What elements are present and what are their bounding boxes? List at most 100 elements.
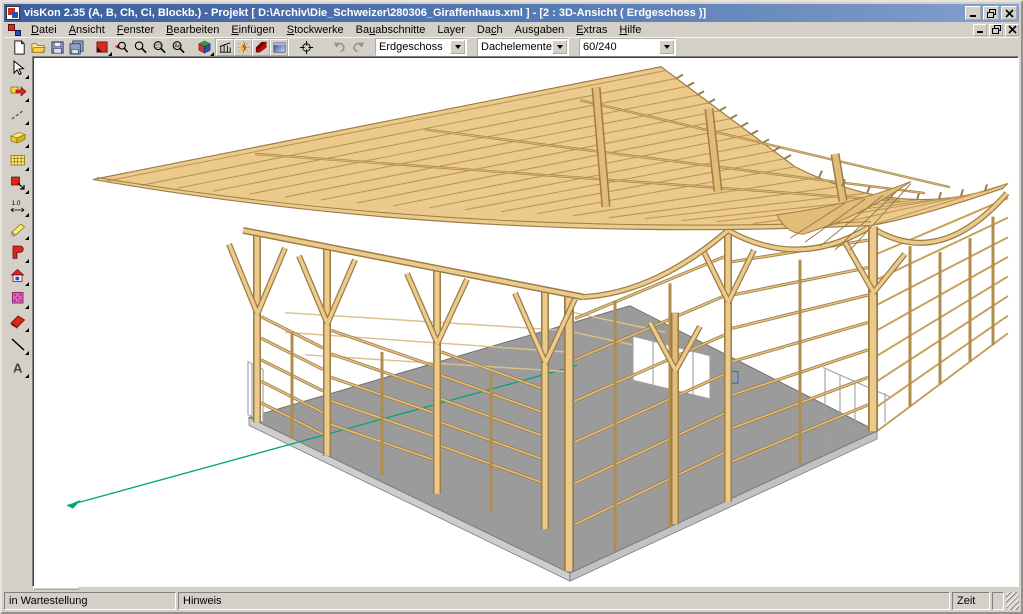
flyout-arrow-icon: [25, 75, 29, 79]
flyout-arrow-icon: [25, 144, 29, 148]
menu-ansicht[interactable]: Ansicht: [63, 23, 111, 37]
zoomwin-icon: [152, 40, 167, 55]
select-tool[interactable]: [7, 57, 29, 79]
zoom-in-button[interactable]: [131, 39, 150, 56]
storey-select[interactable]: Erdgeschoss: [375, 38, 467, 56]
profile-select-dropdown-arrow[interactable]: [659, 40, 674, 54]
component-tool[interactable]: [7, 172, 29, 194]
tool-palette: 1.0 A: [4, 56, 32, 590]
menu-layer[interactable]: Layer: [431, 23, 471, 37]
menu-ausgaben[interactable]: Ausgaben: [509, 23, 571, 37]
line-tool[interactable]: [7, 333, 29, 355]
element-select[interactable]: Dachelemente: [477, 38, 569, 56]
menu-bar: DateiAnsichtFensterBearbeitenEinfügenSto…: [4, 22, 1019, 37]
3d-scene[interactable]: [33, 57, 1018, 586]
restore-button[interactable]: [989, 24, 1003, 36]
status-extra: [992, 592, 1004, 610]
restore-button[interactable]: [983, 6, 999, 20]
redo-button[interactable]: [349, 39, 368, 56]
beam-tool[interactable]: [7, 126, 29, 148]
menu-einfgen[interactable]: Einfügen: [225, 23, 280, 37]
roof[interactable]: [93, 67, 1008, 250]
zoomprev-icon: [114, 40, 129, 55]
center-view-button[interactable]: [297, 39, 316, 56]
view-mode-group: [215, 38, 289, 57]
save-icon: [50, 40, 65, 55]
menu-datei[interactable]: Datei: [25, 23, 63, 37]
zoom-fit-button[interactable]: An: [169, 39, 188, 56]
flyout-arrow-icon: [25, 282, 29, 286]
new-icon: [12, 40, 27, 55]
save-file-button[interactable]: [48, 39, 67, 56]
3d-viewport[interactable]: [32, 56, 1019, 587]
flyout-arrow-icon: [25, 213, 29, 217]
view-shaded-button[interactable]: [270, 39, 288, 56]
mdi-document-icon[interactable]: [8, 24, 21, 36]
render-mode-button[interactable]: [195, 39, 214, 56]
view-light-button[interactable]: [234, 39, 252, 56]
profile-tool[interactable]: [7, 241, 29, 263]
menu-bearbeiten[interactable]: Bearbeiten: [160, 23, 225, 37]
minimize-button[interactable]: [973, 24, 987, 36]
resize-grip[interactable]: [1006, 592, 1019, 610]
saveall-icon: [69, 40, 84, 55]
flyout-arrow-icon: [25, 305, 29, 309]
dimension-tool[interactable]: 1.0: [7, 195, 29, 217]
storey-select-value: Erdgeschoss: [376, 41, 450, 53]
view-wireframe-button[interactable]: [216, 39, 234, 56]
wire-icon: [218, 40, 233, 55]
title-bar[interactable]: visKon 2.35 (A, B, Ch, Ci, Blockb.) - Pr…: [4, 4, 1019, 22]
profile-select[interactable]: 60/240: [579, 38, 676, 56]
flyout-arrow-icon: [25, 236, 29, 240]
save-all-button[interactable]: [67, 39, 86, 56]
view-flag-button[interactable]: [252, 39, 270, 56]
menu-extras[interactable]: Extras: [570, 23, 613, 37]
new-file-button[interactable]: [10, 39, 29, 56]
zoom-window-button[interactable]: [150, 39, 169, 56]
flyout-arrow-icon: [25, 167, 29, 171]
measure-tool[interactable]: [7, 103, 29, 125]
wall-tool[interactable]: [7, 149, 29, 171]
color-settings-button[interactable]: [93, 39, 112, 56]
status-bar: in Wartestellung Hinweis Zeit: [4, 590, 1019, 610]
status-time: Zeit: [952, 592, 990, 610]
cross-icon: [299, 40, 314, 55]
status-hint: Hinweis: [178, 592, 950, 610]
menu-hilfe[interactable]: Hilfe: [613, 23, 647, 37]
svg-text:A: A: [13, 361, 23, 376]
roof-tool[interactable]: [7, 310, 29, 332]
open-icon: [31, 40, 46, 55]
close-button[interactable]: [1005, 24, 1019, 36]
house-tool[interactable]: [7, 264, 29, 286]
zoom-icon: [133, 40, 148, 55]
undo-button[interactable]: [330, 39, 349, 56]
flyout-arrow-icon: [25, 121, 29, 125]
menu-dach[interactable]: Dach: [471, 23, 509, 37]
profile-select-value: 60/240: [580, 41, 659, 53]
menu-bauabschnitte[interactable]: Bauabschnitte: [350, 23, 432, 37]
mesh-tool[interactable]: [7, 287, 29, 309]
storey-select-dropdown-arrow[interactable]: [450, 40, 465, 54]
element-select-value: Dachelemente: [478, 41, 552, 53]
sun-icon: [236, 40, 251, 55]
app-icon: [6, 6, 20, 20]
minimize-button[interactable]: [965, 6, 981, 20]
flyout-arrow-icon: [25, 374, 29, 378]
element-select-dropdown-arrow[interactable]: [552, 40, 567, 54]
redo-icon: [351, 40, 366, 55]
main-toolbar: An Erdgeschoss Dachelemente 60/240: [4, 37, 1019, 56]
move-copy-tool[interactable]: [7, 80, 29, 102]
work-area: 1.0 A: [4, 56, 1019, 590]
open-file-button[interactable]: [29, 39, 48, 56]
text-tool[interactable]: A: [7, 356, 29, 378]
flyout-arrow-icon: [25, 190, 29, 194]
close-button[interactable]: [1001, 6, 1017, 20]
cut-tool[interactable]: [7, 218, 29, 240]
flyout-arrow-icon: [25, 351, 29, 355]
menu-stockwerke[interactable]: Stockwerke: [281, 23, 350, 37]
zoom-previous-button[interactable]: [112, 39, 131, 56]
zoomfit-icon: An: [171, 40, 186, 55]
menu-fenster[interactable]: Fenster: [111, 23, 160, 37]
right-wall[interactable]: [873, 193, 1008, 431]
flyout-arrow-icon: [25, 259, 29, 263]
